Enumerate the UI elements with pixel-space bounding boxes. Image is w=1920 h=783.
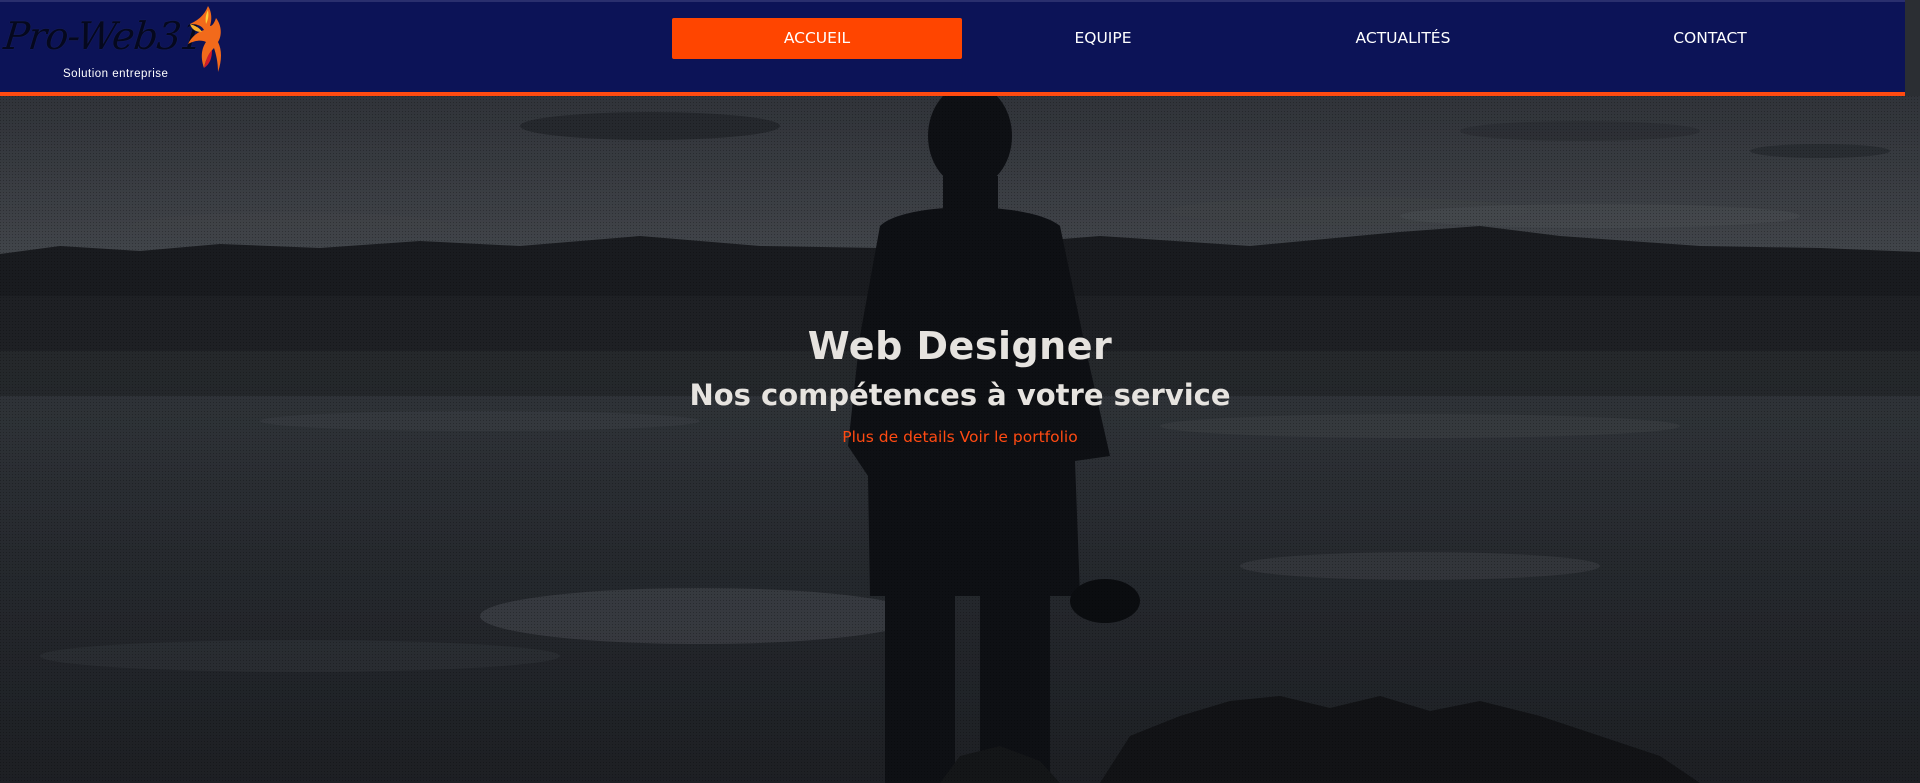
- hero-title: Web Designer: [807, 324, 1113, 368]
- nav-item-actualites[interactable]: ACTUALITÉS: [1303, 18, 1503, 59]
- phoenix-icon: [188, 6, 221, 72]
- hero-section: Web Designer Nos compétences à votre ser…: [0, 96, 1920, 783]
- hero-subtitle: Nos compétences à votre service: [689, 378, 1231, 412]
- hero-links: Plus de details Voir le portfolio: [0, 428, 1920, 446]
- nav-item-equipe[interactable]: EQUIPE: [1000, 18, 1206, 59]
- details-link[interactable]: Plus de details: [842, 428, 954, 446]
- logo-tagline: Solution entreprise: [63, 68, 169, 80]
- site-logo[interactable]: Pro-Web31 Solution entreprise: [0, 2, 230, 94]
- nav-item-contact[interactable]: CONTACT: [1610, 18, 1810, 59]
- site-header: Pro-Web31 Solution entreprise ACCUEIL EQ…: [0, 0, 1905, 96]
- nav-item-accueil[interactable]: ACCUEIL: [672, 18, 962, 59]
- logo-wordmark: Pro-Web31: [1, 14, 206, 58]
- portfolio-link[interactable]: Voir le portfolio: [960, 428, 1078, 446]
